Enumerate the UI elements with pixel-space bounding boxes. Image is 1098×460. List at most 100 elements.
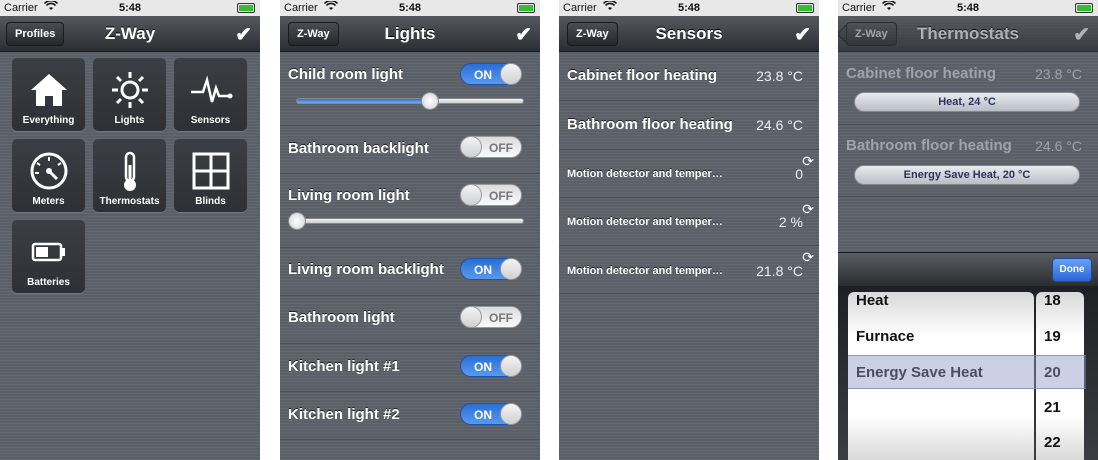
tile-label: Meters — [32, 196, 65, 207]
tile-batteries[interactable]: Batteries — [12, 220, 85, 293]
toggle-label: OFF — [489, 311, 513, 325]
tile-sensors[interactable]: Sensors — [174, 58, 247, 131]
power-toggle[interactable]: ON — [460, 355, 522, 377]
status-bar: Carrier 5:48 — [838, 0, 1098, 16]
tile-label: Batteries — [27, 277, 70, 288]
toggle-label: ON — [474, 263, 492, 277]
slider-thumb[interactable] — [421, 92, 440, 110]
sensor-name: Bathroom floor heating — [567, 116, 733, 133]
tile-meters[interactable]: Meters — [12, 139, 85, 212]
slider-thumb[interactable] — [288, 212, 306, 230]
navigation-bar: Z-Way Lights ✔ — [280, 16, 540, 52]
thermostat-temperature: 23.8 °C — [1035, 66, 1082, 82]
list-item: Cabinet floor heating 23.8 °C — [559, 52, 819, 101]
picker-option[interactable]: Heat — [856, 292, 889, 309]
toggle-label: ON — [474, 408, 492, 422]
tile-lights[interactable]: Lights — [93, 58, 166, 131]
battery-icon — [1075, 3, 1093, 13]
battery-icon — [796, 3, 814, 13]
tile-label: Lights — [114, 115, 145, 126]
power-toggle[interactable]: OFF — [460, 306, 522, 328]
page-title: Z-Way — [104, 24, 156, 43]
picker-option[interactable]: 21 — [1044, 399, 1061, 416]
tile-label: Sensors — [190, 115, 231, 126]
sensor-name: Motion detector and temper… — [567, 265, 723, 277]
checkmark-icon[interactable]: ✔ — [235, 22, 252, 47]
toggle-label: ON — [474, 360, 492, 374]
light-name: Kitchen light #2 — [288, 406, 400, 423]
clock: 5:48 — [956, 2, 980, 14]
thermostat-name: Cabinet floor heating — [846, 65, 996, 82]
sensor-name: Cabinet floor heating — [567, 67, 717, 84]
toggle-knob — [460, 136, 482, 158]
sensor-value: 21.8 °C — [756, 263, 803, 279]
pulse-icon — [174, 70, 247, 110]
list-item: Motion detector and temper… 2 % ⟳ — [559, 198, 819, 246]
refresh-icon[interactable]: ⟳ — [800, 153, 816, 169]
tile-label: Everything — [22, 115, 75, 126]
battery-level-icon — [12, 232, 85, 272]
picker-option[interactable]: Furnace — [856, 328, 914, 345]
picker-option[interactable]: 18 — [1044, 292, 1061, 309]
home-icon — [12, 70, 85, 110]
list-item: Motion detector and temper… 0 ⟳ — [559, 150, 819, 198]
sensor-name: Motion detector and temper… — [567, 216, 723, 228]
refresh-icon[interactable]: ⟳ — [800, 201, 816, 217]
sensor-value: 24.6 °C — [756, 117, 803, 133]
mode-selector[interactable]: Energy Save Heat, 20 °C — [854, 165, 1080, 185]
sensors-screen: Carrier 5:48 Z-Way Sensors ✔ Cabinet flo… — [559, 0, 819, 460]
thermostat-temperature: 24.6 °C — [1035, 138, 1082, 154]
list-item: Bathroom light OFF — [280, 296, 540, 344]
light-name: Living room light — [288, 187, 410, 204]
power-toggle[interactable]: OFF — [460, 184, 522, 206]
lights-screen: Carrier 5:48 Z-Way Lights ✔ Child room l… — [280, 0, 540, 460]
list-item: Bathroom floor heating 24.6 °C — [559, 101, 819, 150]
dimmer-slider[interactable] — [288, 212, 524, 230]
zway-screen: Carrier 5:48 Profiles Z-Way ✔ Everything… — [0, 0, 260, 460]
navigation-bar: Profiles Z-Way ✔ — [0, 16, 260, 52]
checkmark-icon[interactable]: ✔ — [794, 22, 811, 47]
thermostats-screen: Carrier 5:48 Z-Way Thermostats ✔ Cabinet… — [838, 0, 1098, 460]
checkmark-icon[interactable]: ✔ — [1073, 22, 1090, 47]
done-button[interactable]: Done — [1052, 258, 1092, 282]
clock: 5:48 — [398, 2, 422, 14]
checkmark-icon[interactable]: ✔ — [515, 22, 532, 47]
toggle-knob — [500, 63, 522, 85]
picker-option[interactable]: 22 — [1044, 434, 1061, 451]
toggle-label: ON — [474, 68, 492, 82]
tile-blinds[interactable]: Blinds — [174, 139, 247, 212]
toggle-label: OFF — [489, 141, 513, 155]
thermostat-name: Bathroom floor heating — [846, 137, 1012, 154]
mode-selector[interactable]: Heat, 24 °C — [854, 92, 1080, 112]
status-bar: Carrier 5:48 — [0, 0, 260, 16]
light-name: Living room backlight — [288, 261, 444, 278]
toggle-knob — [500, 355, 522, 377]
light-name: Kitchen light #1 — [288, 358, 400, 375]
category-grid: Everything Lights Sensors Meters Thermos… — [0, 52, 260, 293]
toggle-knob — [500, 258, 522, 280]
slider-fill — [297, 99, 431, 103]
navigation-bar: Z-Way Sensors ✔ — [559, 16, 819, 52]
toggle-knob — [460, 306, 482, 328]
power-toggle[interactable]: ON — [460, 258, 522, 280]
tile-thermostats[interactable]: Thermostats — [93, 139, 166, 212]
refresh-icon[interactable]: ⟳ — [800, 249, 816, 265]
list-item: Kitchen light #1 ON — [280, 344, 540, 392]
clock: 5:48 — [118, 2, 142, 14]
power-toggle[interactable]: OFF — [460, 136, 522, 158]
list-item: Living room light OFF — [280, 174, 540, 248]
list-item: Cabinet floor heating 23.8 °C Heat, 24 °… — [838, 52, 1098, 125]
list-item: Child room light ON — [280, 52, 540, 126]
thermometer-icon — [93, 151, 166, 191]
picker-option[interactable]: 19 — [1044, 328, 1061, 345]
status-bar: Carrier 5:48 — [280, 0, 540, 16]
tile-label: Blinds — [195, 196, 226, 207]
clock: 5:48 — [677, 2, 701, 14]
toggle-knob — [460, 184, 482, 206]
power-toggle[interactable]: ON — [460, 403, 522, 425]
power-toggle[interactable]: ON — [460, 63, 522, 85]
sensor-value: 23.8 °C — [756, 68, 803, 84]
list-item: Kitchen light #2 ON — [280, 392, 540, 440]
tile-everything[interactable]: Everything — [12, 58, 85, 131]
dimmer-slider[interactable] — [296, 92, 524, 110]
